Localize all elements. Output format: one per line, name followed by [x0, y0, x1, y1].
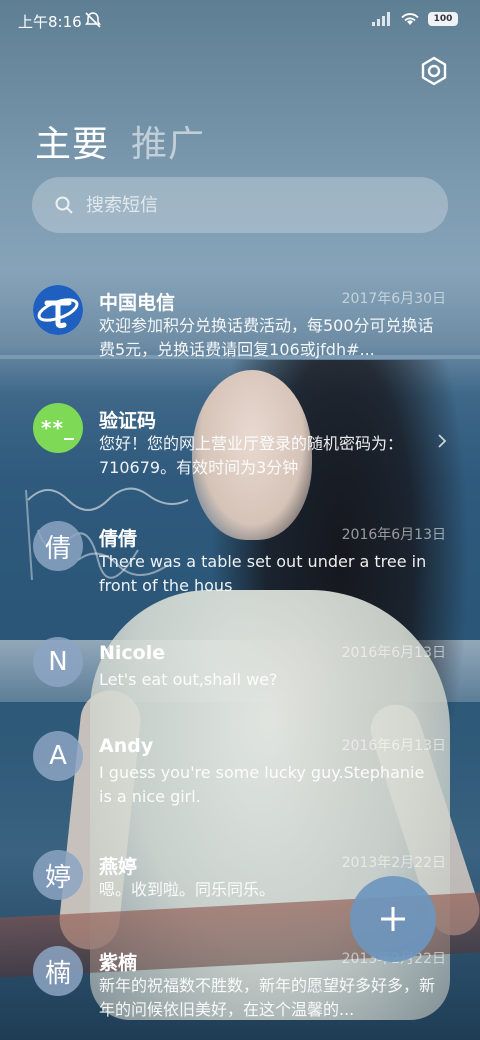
- conversation-date: 2016年6月13日: [341, 738, 446, 754]
- conversation-name: 中国电信: [99, 292, 176, 314]
- conversation-preview: There was a table set out under a tree i…: [99, 552, 427, 595]
- conversation-name: Andy: [99, 735, 154, 757]
- avatar: **_: [33, 403, 83, 453]
- battery-indicator: 100: [428, 12, 458, 26]
- search-input[interactable]: [86, 194, 406, 216]
- search-bar[interactable]: [32, 177, 448, 233]
- conversation-preview: I guess you're some lucky guy.Stephanie …: [99, 763, 425, 806]
- conversation-name: 紫楠: [99, 952, 138, 974]
- signal-icon: [372, 12, 390, 26]
- avatar: 楠: [33, 946, 83, 996]
- china-telecom-logo-avatar: [33, 285, 83, 335]
- conversation-date: 2016年6月13日: [341, 645, 446, 661]
- conversation-date: 2013年2月22日: [341, 855, 446, 871]
- conversation-name: 倩倩: [99, 528, 138, 550]
- tab-bar: 主要 推广: [35, 115, 205, 167]
- avatar: 婷: [33, 850, 83, 900]
- conversation-preview: Let's eat out,shall we?: [99, 670, 278, 689]
- conversation-preview: 新年的祝福数不胜数，新年的愿望好多好多，新年的问候依旧美好，在这个温馨的...: [99, 976, 436, 1019]
- status-time: 上午8:16: [18, 13, 82, 31]
- conversation-name: 燕婷: [99, 856, 138, 878]
- plus-icon: [381, 907, 405, 931]
- gear-icon[interactable]: [418, 55, 450, 87]
- avatar: N: [33, 637, 83, 687]
- status-bar: 上午8:16 100: [0, 0, 480, 40]
- conversation-date: 2017年6月30日: [341, 291, 446, 307]
- conversation-name: 验证码: [99, 410, 157, 432]
- conversation-name: Nicole: [99, 642, 166, 664]
- bell-off-icon: [85, 12, 101, 28]
- conversation-date: 2016年6月13日: [341, 527, 446, 543]
- chevron-right-icon: [438, 434, 447, 448]
- search-icon: [55, 196, 73, 214]
- wifi-icon: [401, 13, 419, 25]
- tab-primary[interactable]: 主要: [35, 115, 109, 167]
- avatar: A: [33, 731, 83, 781]
- conversation-preview: 欢迎参加积分兑换话费活动，每500分可兑换话费5元，兑换话费请回复106或jfd…: [99, 316, 434, 359]
- tab-promotions[interactable]: 推广: [131, 115, 205, 167]
- new-message-button[interactable]: [350, 876, 436, 962]
- avatar: 倩: [33, 521, 83, 571]
- conversation-preview: 您好！您的网上营业厅登录的随机密码为：710679。有效时间为3分钟: [99, 434, 404, 477]
